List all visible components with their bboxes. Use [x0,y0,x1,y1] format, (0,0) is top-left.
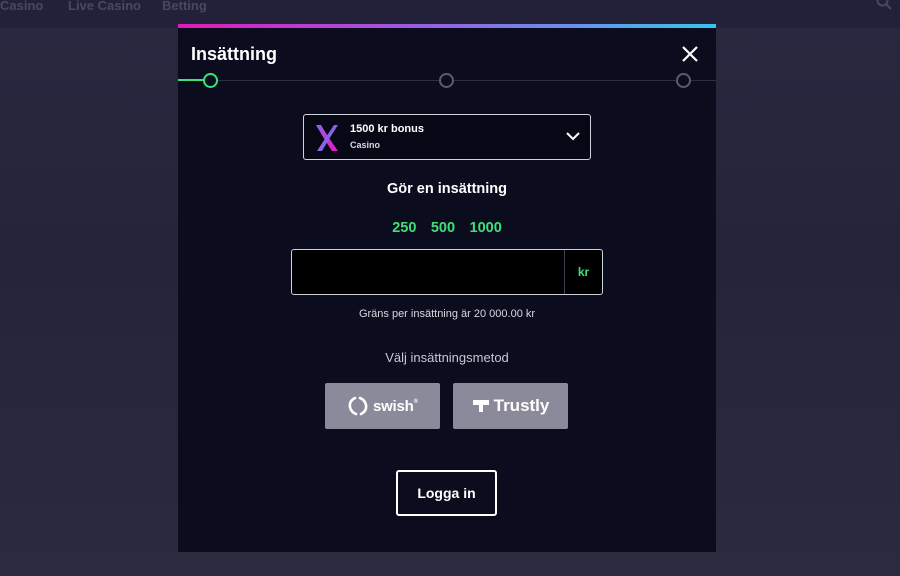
swish-trademark: ® [413,399,419,405]
progress-stepper [178,73,716,89]
bonus-subtitle: Casino [350,140,381,150]
swish-button[interactable]: swish ® [325,383,440,429]
bonus-select[interactable]: 1500 kr bonus Casino [303,114,591,160]
search-icon[interactable] [876,0,892,10]
trustly-logo-icon [472,400,489,412]
swish-label: swish [372,397,414,415]
amount-field: kr [291,249,603,295]
deposit-limit-text: Gräns per insättning är 20 000.00 kr [358,308,536,320]
login-button[interactable]: Logga in [396,470,497,516]
quick-amount-250[interactable]: 250 [392,220,416,236]
step-3 [676,73,691,88]
modal-title: Insättning [191,44,277,64]
deposit-modal: Insättning 1500 kr bonus Casino Gör en i… [178,24,716,552]
nav-item-live-casino[interactable]: Live Casino [68,0,141,12]
payment-method-label: Välj insättningsmetod [385,350,509,365]
quick-amount-500[interactable]: 500 [431,220,455,236]
nav-item-betting[interactable]: Betting [162,0,207,12]
x-brand-logo-icon [316,125,338,151]
modal-gradient-bar [178,24,716,28]
step-2 [439,73,454,88]
trustly-button[interactable]: Trustly [453,383,568,429]
bonus-title: 1500 kr bonus [350,123,424,135]
stepper-track-active [178,79,206,81]
trustly-label: Trustly [493,396,550,415]
swish-logo-icon [348,396,368,416]
deposit-heading: Gör en insättning [386,181,508,197]
amount-input[interactable] [292,250,564,294]
quick-amounts: 250 500 1000 [178,219,716,237]
quick-amount-1000[interactable]: 1000 [470,220,502,236]
chevron-down-icon [566,132,580,141]
step-1 [203,73,218,88]
nav-item-casino[interactable]: Casino [0,0,43,12]
close-icon[interactable] [680,44,700,64]
currency-label: kr [564,250,602,294]
